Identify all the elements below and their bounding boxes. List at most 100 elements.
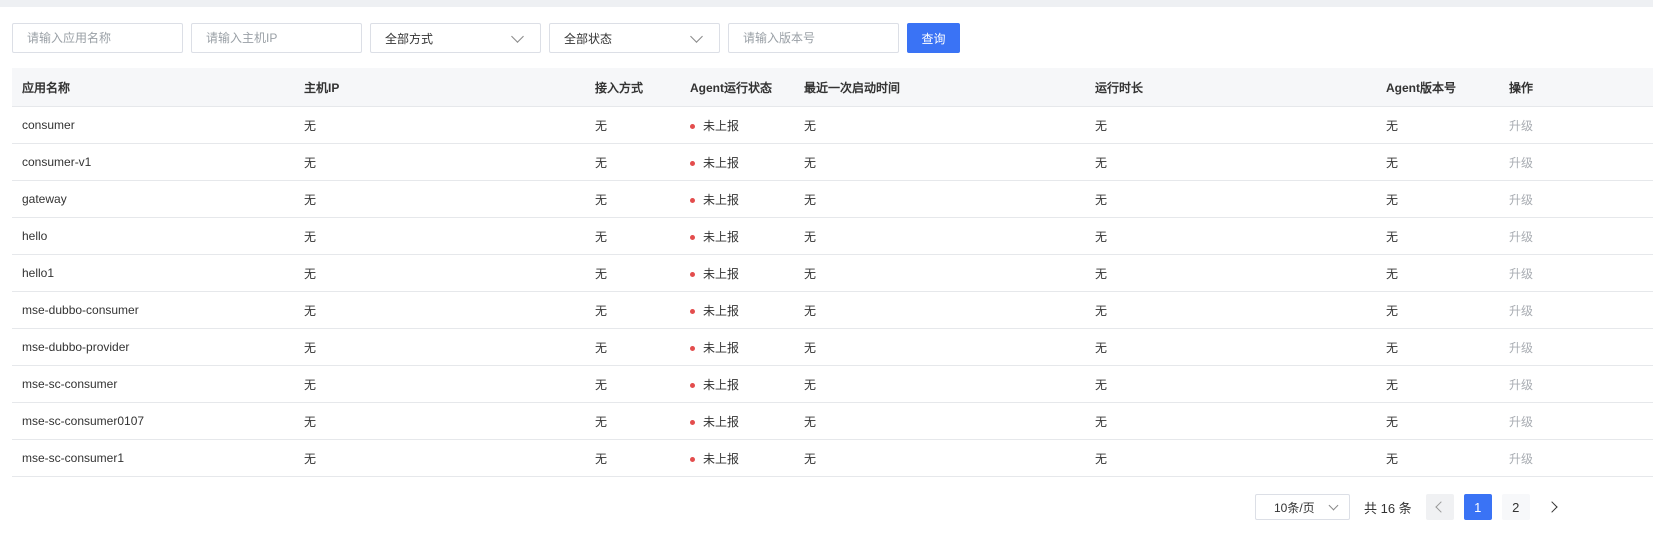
cell-agent-version: 无 [1386, 303, 1399, 318]
cell-last-start: 无 [804, 266, 817, 281]
cell-host-ip: 无 [304, 192, 317, 207]
table-row: mse-sc-consumer0107 无 无 未上报 无 无 无 升级 [12, 403, 1653, 440]
prev-page-button[interactable] [1425, 494, 1454, 520]
cell-actions: 升级 [1509, 191, 1569, 208]
header-last-start: 最近一次启动时间 [804, 80, 901, 95]
status-dot-icon [690, 345, 695, 351]
cell-host-ip: 无 [304, 303, 317, 318]
pagination: 10条/页 共 16 条 1 2 [1255, 494, 1568, 520]
cell-access-method: 无 [595, 414, 608, 429]
cell-access-method: 无 [595, 118, 608, 133]
status-text: 未上报 [703, 340, 740, 355]
cell-access-method: 无 [595, 229, 608, 244]
table-row: hello 无 无 未上报 无 无 无 升级 [12, 218, 1653, 255]
status-select[interactable]: 全部状态 [549, 23, 720, 53]
cell-uptime: 无 [1095, 340, 1108, 355]
upgrade-link[interactable]: 升级 [1509, 156, 1533, 170]
cell-agent-version: 无 [1386, 229, 1399, 244]
status-text: 未上报 [703, 266, 740, 281]
cell-app-name: mse-dubbo-provider [22, 340, 130, 354]
status-dot-icon [690, 382, 695, 388]
upgrade-link[interactable]: 升级 [1509, 119, 1533, 133]
cell-agent-status: 未上报 [690, 191, 804, 208]
cell-uptime: 无 [1095, 414, 1108, 429]
status-dot-icon [690, 123, 695, 129]
cell-app-name: gateway [22, 192, 67, 206]
status-text: 未上报 [703, 192, 740, 207]
status-text: 未上报 [703, 377, 740, 392]
header-agent-status: Agent运行状态 [690, 80, 772, 95]
cell-agent-status: 未上报 [690, 265, 804, 282]
cell-actions: 升级 [1509, 154, 1569, 171]
chevron-left-icon [1435, 501, 1447, 513]
cell-agent-version: 无 [1386, 192, 1399, 207]
page-2-button[interactable]: 2 [1501, 494, 1530, 520]
cell-app-name: mse-dubbo-consumer [22, 303, 139, 317]
page-1-button[interactable]: 1 [1463, 494, 1492, 520]
upgrade-link[interactable]: 升级 [1509, 341, 1533, 355]
cell-agent-status: 未上报 [690, 117, 804, 134]
status-select-value: 全部状态 [564, 31, 613, 46]
upgrade-link[interactable]: 升级 [1509, 267, 1533, 281]
upgrade-link[interactable]: 升级 [1509, 415, 1533, 429]
cell-access-method: 无 [595, 155, 608, 170]
upgrade-link[interactable]: 升级 [1509, 304, 1533, 318]
status-text: 未上报 [703, 155, 740, 170]
cell-last-start: 无 [804, 303, 817, 318]
upgrade-link[interactable]: 升级 [1509, 230, 1533, 244]
app-table: 应用名称 主机IP 接入方式 Agent运行状态 最近一次启动时间 运行时长 A… [12, 68, 1653, 477]
upgrade-link[interactable]: 升级 [1509, 452, 1533, 466]
cell-uptime: 无 [1095, 303, 1108, 318]
cell-actions: 升级 [1509, 413, 1569, 430]
cell-host-ip: 无 [304, 414, 317, 429]
upgrade-link[interactable]: 升级 [1509, 378, 1533, 392]
cell-host-ip: 无 [304, 229, 317, 244]
cell-actions: 升级 [1509, 339, 1569, 356]
cell-agent-version: 无 [1386, 414, 1399, 429]
table-row: gateway 无 无 未上报 无 无 无 升级 [12, 181, 1653, 218]
cell-agent-status: 未上报 [690, 154, 804, 171]
access-method-select[interactable]: 全部方式 [370, 23, 541, 53]
total-count: 共 16 条 [1364, 500, 1412, 516]
upgrade-link[interactable]: 升级 [1509, 193, 1533, 207]
table-row: mse-sc-consumer1 无 无 未上报 无 无 无 升级 [12, 440, 1653, 477]
cell-app-name: mse-sc-consumer [22, 377, 118, 391]
chevron-down-icon [511, 29, 524, 43]
cell-actions: 升级 [1509, 450, 1569, 467]
access-method-select-value: 全部方式 [385, 31, 434, 46]
header-host-ip: 主机IP [304, 80, 340, 95]
cell-agent-version: 无 [1386, 266, 1399, 281]
cell-actions: 升级 [1509, 376, 1569, 393]
cell-agent-version: 无 [1386, 155, 1399, 170]
page-size-select[interactable]: 10条/页 [1255, 494, 1350, 520]
cell-agent-status: 未上报 [690, 339, 804, 356]
header-agent-version: Agent版本号 [1386, 80, 1456, 95]
host-ip-input[interactable] [191, 23, 362, 53]
version-input[interactable] [728, 23, 899, 53]
table-row: consumer 无 无 未上报 无 无 无 升级 [12, 107, 1653, 144]
cell-access-method: 无 [595, 192, 608, 207]
cell-agent-status: 未上报 [690, 413, 804, 430]
table-row: mse-dubbo-provider 无 无 未上报 无 无 无 升级 [12, 329, 1653, 366]
next-page-button[interactable] [1540, 494, 1568, 520]
status-text: 未上报 [703, 118, 740, 133]
status-dot-icon [690, 308, 695, 314]
table-row: hello1 无 无 未上报 无 无 无 升级 [12, 255, 1653, 292]
cell-access-method: 无 [595, 451, 608, 466]
cell-agent-version: 无 [1386, 377, 1399, 392]
query-button[interactable]: 查询 [907, 23, 960, 53]
table-body: consumer 无无未上报无无无升级 consumer-v1 无无未上报无无无升级 g… [12, 107, 1653, 477]
table-row: consumer-v1 无 无 未上报 无 无 无 升级 [12, 144, 1653, 181]
cell-agent-status: 未上报 [690, 302, 804, 319]
status-dot-icon [690, 456, 695, 462]
cell-last-start: 无 [804, 155, 817, 170]
table-row: mse-dubbo-consumer 无 无 未上报 无 无 无 升级 [12, 292, 1653, 329]
cell-access-method: 无 [595, 377, 608, 392]
cell-agent-status: 未上报 [690, 376, 804, 393]
status-dot-icon [690, 234, 695, 240]
app-name-input[interactable] [12, 23, 183, 53]
cell-uptime: 无 [1095, 377, 1108, 392]
cell-uptime: 无 [1095, 155, 1108, 170]
cell-last-start: 无 [804, 118, 817, 133]
status-dot-icon [690, 271, 695, 277]
